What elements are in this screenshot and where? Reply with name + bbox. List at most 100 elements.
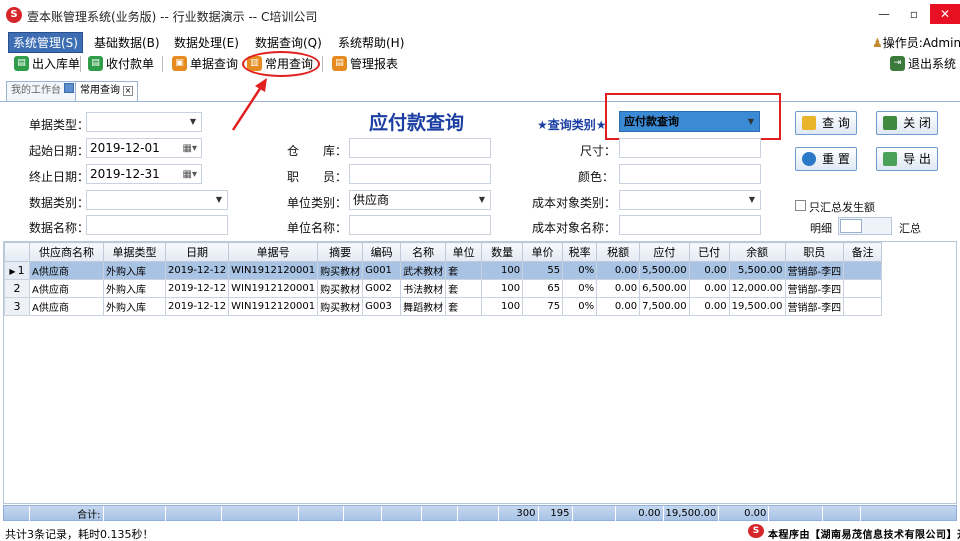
end-date-field[interactable]: 2019-12-31 ▦▾: [86, 164, 202, 184]
table-cell[interactable]: 19,500.00: [728, 297, 786, 316]
table-cell[interactable]: A供应商: [29, 297, 104, 316]
table-cell[interactable]: [843, 279, 883, 298]
table-cell[interactable]: 2019-12-12: [164, 297, 230, 316]
table-cell[interactable]: 0.00: [688, 279, 730, 298]
table-cell[interactable]: 12,000.00: [728, 279, 786, 298]
unit-type-select[interactable]: 供应商 ▼: [349, 190, 491, 210]
table-cell[interactable]: 0.00: [596, 261, 641, 280]
exit-system-button[interactable]: ⇥ 退出系统: [888, 55, 956, 73]
toolbar-doc-search-button[interactable]: ▣ 单据查询: [170, 55, 238, 73]
summary-only-checkbox[interactable]: [795, 200, 806, 211]
table-cell[interactable]: 外购入库: [103, 261, 166, 280]
table-cell[interactable]: 营销部-李四: [784, 261, 845, 280]
table-cell[interactable]: A供应商: [29, 261, 104, 280]
table-cell[interactable]: 0%: [562, 261, 598, 280]
reset-button[interactable]: 重 置: [795, 147, 857, 171]
column-header[interactable]: 摘要: [317, 242, 364, 262]
table-cell[interactable]: 2019-12-12: [164, 261, 230, 280]
column-header[interactable]: 单位: [445, 242, 483, 262]
table-cell[interactable]: 5,500.00: [728, 261, 786, 280]
table-cell[interactable]: 套: [445, 279, 483, 298]
results-grid[interactable]: 供应商名称 单据类型 日期 单据号 摘要 编码 名称 单位 数量 单价 税率 税额 应付 已付 余额 职员 备注…: [3, 241, 957, 504]
table-row[interactable]: 2 A供应商 外购入库 2019-12-12 WIN1912120001 购买教材 G002…: [4, 279, 883, 298]
table-cell[interactable]: 0.00: [688, 297, 730, 316]
table-cell[interactable]: 75: [522, 297, 564, 316]
table-cell[interactable]: 5,500.00: [639, 261, 690, 280]
row-number[interactable]: 2: [4, 279, 30, 298]
table-cell[interactable]: [843, 297, 883, 316]
table-cell[interactable]: 购买教材: [317, 261, 364, 280]
table-cell[interactable]: WIN1912120001: [228, 261, 319, 280]
column-header[interactable]: 应付: [639, 242, 690, 262]
column-header[interactable]: 日期: [164, 242, 230, 262]
column-header[interactable]: 税额: [596, 242, 641, 262]
table-cell[interactable]: 6,500.00: [639, 279, 690, 298]
calendar-icon[interactable]: ▦▾: [183, 140, 197, 157]
tab-common-query[interactable]: 常用查询 ×: [75, 81, 138, 101]
warehouse-input[interactable]: [349, 138, 491, 158]
cost-name-input[interactable]: [619, 215, 761, 235]
close-button[interactable]: 关 闭: [876, 111, 938, 135]
data-category-select[interactable]: ▼: [86, 190, 228, 210]
table-cell[interactable]: 0%: [562, 279, 598, 298]
calendar-icon[interactable]: ▦▾: [183, 166, 197, 183]
export-button[interactable]: 导 出: [876, 147, 938, 171]
query-button[interactable]: 查 询: [795, 111, 857, 135]
column-header[interactable]: 编码: [362, 242, 402, 262]
table-cell[interactable]: 55: [522, 261, 564, 280]
column-header[interactable]: 单据号: [228, 242, 319, 262]
column-header[interactable]: 单据类型: [103, 242, 166, 262]
table-row[interactable]: 3 A供应商 外购入库 2019-12-12 WIN1912120001 购买教材 G003…: [4, 297, 883, 316]
table-cell[interactable]: 舞蹈教材: [400, 297, 447, 316]
unit-name-input[interactable]: [349, 215, 491, 235]
toolbar-payment-doc-button[interactable]: ▤ 收付款单: [86, 55, 154, 73]
menu-data-query[interactable]: 数据查询(Q): [251, 33, 326, 52]
table-cell[interactable]: 套: [445, 261, 483, 280]
toolbar-stock-doc-button[interactable]: ▤ 出入库单: [12, 55, 80, 73]
start-date-field[interactable]: 2019-12-01 ▦▾: [86, 138, 202, 158]
table-cell[interactable]: 武术教材: [400, 261, 447, 280]
maximize-button[interactable]: ▫: [900, 4, 928, 24]
column-header[interactable]: 职员: [784, 242, 845, 262]
table-cell[interactable]: G001: [362, 261, 402, 280]
table-cell[interactable]: 营销部-李四: [784, 279, 845, 298]
table-cell[interactable]: 书法教材: [400, 279, 447, 298]
toolbar-report-button[interactable]: ▤ 管理报表: [330, 55, 398, 73]
table-cell[interactable]: 外购入库: [103, 279, 166, 298]
column-header[interactable]: 单价: [522, 242, 564, 262]
table-cell[interactable]: WIN1912120001: [228, 279, 319, 298]
cost-type-select[interactable]: ▼: [619, 190, 761, 210]
table-cell[interactable]: 7,500.00: [639, 297, 690, 316]
table-cell[interactable]: G003: [362, 297, 402, 316]
column-header[interactable]: 税率: [562, 242, 598, 262]
table-cell[interactable]: 0%: [562, 297, 598, 316]
row-number[interactable]: 3: [4, 297, 30, 316]
table-cell[interactable]: 65: [522, 279, 564, 298]
table-cell[interactable]: 购买教材: [317, 297, 364, 316]
row-number[interactable]: ▶ 1: [4, 261, 30, 280]
column-header[interactable]: 已付: [688, 242, 730, 262]
column-header[interactable]: 供应商名称: [29, 242, 104, 262]
table-cell[interactable]: 营销部-李四: [784, 297, 845, 316]
table-cell[interactable]: WIN1912120001: [228, 297, 319, 316]
column-header[interactable]: 备注: [843, 242, 883, 262]
size-input[interactable]: [619, 138, 761, 158]
staff-input[interactable]: [349, 164, 491, 184]
toggle-knob[interactable]: [840, 219, 862, 233]
table-row[interactable]: ▶ 1 A供应商 外购入库 2019-12-12 WIN1912120001 购买教材 G00…: [4, 261, 883, 280]
column-header[interactable]: 余额: [728, 242, 786, 262]
column-header[interactable]: 名称: [400, 242, 447, 262]
menu-data-processing[interactable]: 数据处理(E): [170, 33, 243, 52]
table-cell[interactable]: 0.00: [596, 297, 641, 316]
table-cell[interactable]: [843, 261, 883, 280]
menu-basic-data[interactable]: 基础数据(B): [90, 33, 164, 52]
table-cell[interactable]: 100: [481, 261, 524, 280]
data-name-input[interactable]: [86, 215, 228, 235]
table-cell[interactable]: 0.00: [596, 279, 641, 298]
table-cell[interactable]: A供应商: [29, 279, 104, 298]
table-cell[interactable]: 0.00: [688, 261, 730, 280]
table-cell[interactable]: 外购入库: [103, 297, 166, 316]
table-cell[interactable]: 100: [481, 279, 524, 298]
table-cell[interactable]: 套: [445, 297, 483, 316]
menu-system[interactable]: 系统管理(S): [8, 32, 83, 53]
